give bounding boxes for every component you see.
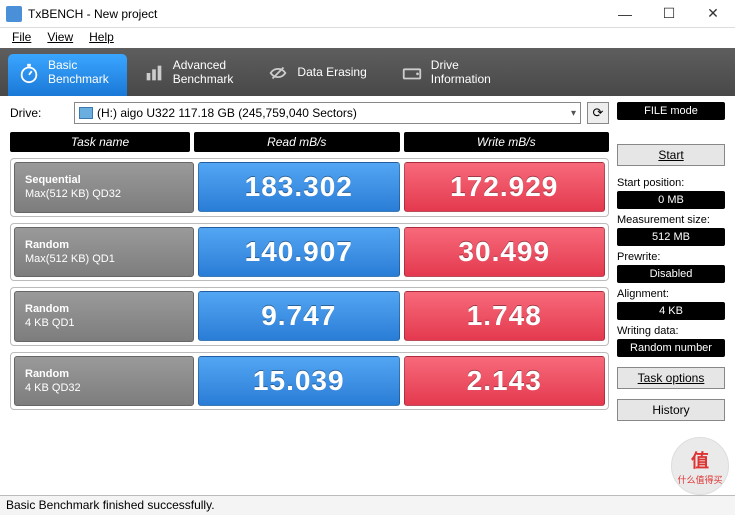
write-value: 1.748 xyxy=(404,291,606,341)
erase-icon xyxy=(267,62,289,84)
task-cell: Random 4 KB QD32 xyxy=(14,356,194,407)
drive-select[interactable]: (H:) aigo U322 117.18 GB (245,759,040 Se… xyxy=(74,102,581,124)
app-icon xyxy=(6,6,22,22)
start-position-value[interactable]: 0 MB xyxy=(617,191,725,209)
drive-label: Drive: xyxy=(10,106,68,120)
tab-label: Data Erasing xyxy=(297,66,366,80)
start-position-label: Start position: xyxy=(617,177,725,189)
alignment-value[interactable]: 4 KB xyxy=(617,302,725,320)
header-read: Read mB/s xyxy=(194,132,400,152)
write-value: 2.143 xyxy=(404,356,606,406)
tab-drive-information[interactable]: Drive Information xyxy=(391,54,509,96)
status-bar: Basic Benchmark finished successfully. xyxy=(0,495,735,515)
table-row: Random 4 KB QD32 15.039 2.143 xyxy=(10,352,609,411)
read-value: 9.747 xyxy=(198,291,400,341)
history-button[interactable]: History xyxy=(617,399,725,421)
prewrite-value[interactable]: Disabled xyxy=(617,265,725,283)
tab-basic-benchmark[interactable]: Basic Benchmark xyxy=(8,54,127,96)
drive-icon xyxy=(401,62,423,84)
refresh-button[interactable]: ⟳ xyxy=(587,102,609,124)
drive-value: (H:) aigo U322 117.18 GB (245,759,040 Se… xyxy=(97,106,567,120)
write-value: 172.929 xyxy=(404,162,606,212)
prewrite-label: Prewrite: xyxy=(617,251,725,263)
menu-view[interactable]: View xyxy=(39,28,81,48)
write-value: 30.499 xyxy=(404,227,606,277)
header-write: Write mB/s xyxy=(404,132,610,152)
writing-data-label: Writing data: xyxy=(617,325,725,337)
table-row: Random Max(512 KB) QD1 140.907 30.499 xyxy=(10,223,609,282)
measurement-size-value[interactable]: 512 MB xyxy=(617,228,725,246)
tab-label: Basic Benchmark xyxy=(48,59,109,87)
task-cell: Sequential Max(512 KB) QD32 xyxy=(14,162,194,213)
alignment-label: Alignment: xyxy=(617,288,725,300)
task-cell: Random 4 KB QD1 xyxy=(14,291,194,342)
refresh-icon: ⟳ xyxy=(593,105,604,121)
tab-label: Drive Information xyxy=(431,59,491,87)
read-value: 140.907 xyxy=(198,227,400,277)
table-row: Sequential Max(512 KB) QD32 183.302 172.… xyxy=(10,158,609,217)
start-button[interactable]: Start xyxy=(617,144,725,166)
maximize-button[interactable]: ☐ xyxy=(647,0,691,28)
read-value: 15.039 xyxy=(198,356,400,406)
drive-disk-icon xyxy=(79,107,93,119)
header-task: Task name xyxy=(10,132,190,152)
tab-advanced-benchmark[interactable]: Advanced Benchmark xyxy=(133,54,252,96)
chevron-down-icon: ▾ xyxy=(571,108,576,119)
watermark: 值 什么值得买 xyxy=(671,437,729,495)
bars-icon xyxy=(143,62,165,84)
table-row: Random 4 KB QD1 9.747 1.748 xyxy=(10,287,609,346)
writing-data-value[interactable]: Random number xyxy=(617,339,725,357)
tab-label: Advanced Benchmark xyxy=(173,59,234,87)
stopwatch-icon xyxy=(18,62,40,84)
measurement-size-label: Measurement size: xyxy=(617,214,725,226)
tab-data-erasing[interactable]: Data Erasing xyxy=(257,54,384,96)
file-mode-button[interactable]: FILE mode xyxy=(617,102,725,120)
minimize-button[interactable]: — xyxy=(603,0,647,28)
close-button[interactable]: ✕ xyxy=(691,0,735,28)
menu-help[interactable]: Help xyxy=(81,28,122,48)
read-value: 183.302 xyxy=(198,162,400,212)
task-options-button[interactable]: Task options xyxy=(617,367,725,389)
window-title: TxBENCH - New project xyxy=(28,7,603,21)
menu-file[interactable]: File xyxy=(4,28,39,48)
task-cell: Random Max(512 KB) QD1 xyxy=(14,227,194,278)
